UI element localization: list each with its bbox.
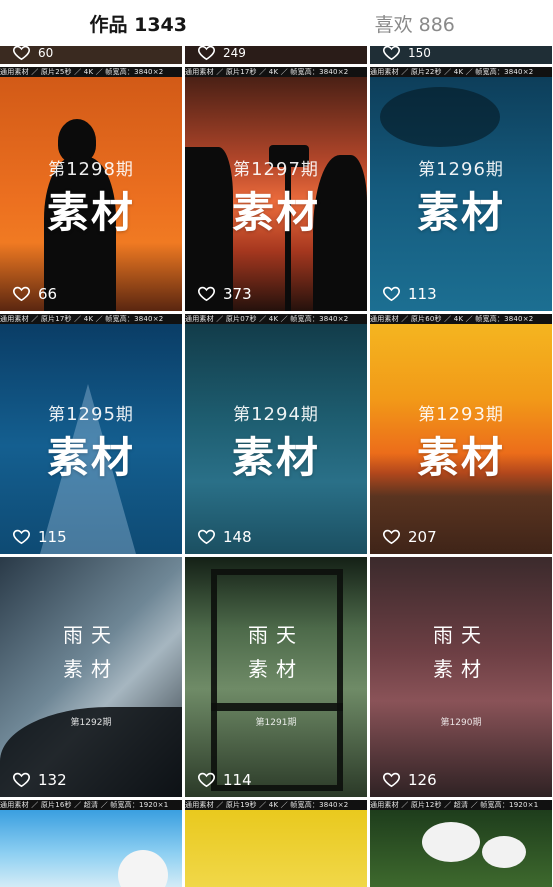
tile-title: 素材 <box>231 433 320 483</box>
tile-title: 素材 <box>46 433 135 483</box>
tile-title-line1: 雨天 <box>433 623 489 648</box>
video-tile[interactable]: 通用素材 ／ 原片07秒 ／ 4K ／ 帧宽高：3840×2 第1294期 素材… <box>185 314 367 554</box>
video-tile[interactable]: 通用素材 ／ 原片60秒 ／ 4K ／ 帧宽高：3840×2 第1293期 素材… <box>370 314 552 554</box>
tile-title-line2: 素材 <box>63 657 119 681</box>
video-grid: 60 249 150 通用素材 ／ 原片25秒 ／ 4K ／ 帧宽高：3840×… <box>0 46 553 887</box>
heart-icon <box>198 772 215 788</box>
like-count: 148 <box>197 527 252 546</box>
tile-title: 素材 <box>416 433 505 483</box>
tile-title-line1: 雨天 <box>63 623 119 648</box>
heart-icon <box>198 529 215 545</box>
tile-title: 素材 <box>231 188 320 238</box>
heart-icon <box>13 772 30 788</box>
like-count: 66 <box>12 284 57 303</box>
heart-icon <box>383 46 400 61</box>
flower <box>118 850 168 887</box>
video-tile[interactable]: 雨天 素材 第1292期 132 <box>0 557 182 797</box>
video-tile[interactable]: 通用素材 ／ 原片12秒 ／ 超清 ／ 帧宽高：1920×1 <box>370 800 552 887</box>
window-bar <box>211 703 343 711</box>
heart-icon <box>13 46 30 61</box>
like-count: 207 <box>382 527 437 546</box>
like-count: 249 <box>197 46 246 62</box>
tile-title: 素材 <box>46 188 135 238</box>
video-tile[interactable]: 通用素材 ／ 原片17秒 ／ 4K ／ 帧宽高：3840×2 第1297期 素材… <box>185 67 367 311</box>
like-count: 115 <box>12 527 67 546</box>
meta-strip: 通用素材 ／ 原片19秒 ／ 4K ／ 帧宽高：3840×2 <box>185 800 367 810</box>
profile-tabs: 作品 1343 喜欢 886 <box>0 0 553 46</box>
heart-icon <box>13 286 30 302</box>
meta-strip: 通用素材 ／ 原片22秒 ／ 4K ／ 帧宽高：3840×2 <box>370 67 552 77</box>
meta-strip: 通用素材 ／ 原片16秒 ／ 超清 ／ 帧宽高：1920×1 <box>0 800 182 810</box>
period-label: 第1298期 <box>48 158 134 180</box>
period-label: 第1295期 <box>48 404 134 426</box>
heart-icon <box>383 286 400 302</box>
tile-title-line2: 素材 <box>248 657 304 681</box>
tile-title: 素材 <box>416 188 505 238</box>
period-label: 第1291期 <box>255 718 297 729</box>
heart-icon <box>383 529 400 545</box>
tab-likes[interactable]: 喜欢 886 <box>277 0 553 46</box>
video-tile[interactable]: 通用素材 ／ 原片17秒 ／ 4K ／ 帧宽高：3840×2 第1295期 素材… <box>0 314 182 554</box>
video-tile[interactable]: 通用素材 ／ 原片19秒 ／ 4K ／ 帧宽高：3840×2 <box>185 800 367 887</box>
period-label: 第1297期 <box>233 158 319 180</box>
like-count: 150 <box>382 46 431 62</box>
heart-icon <box>13 529 30 545</box>
meta-strip: 通用素材 ／ 原片17秒 ／ 4K ／ 帧宽高：3840×2 <box>185 67 367 77</box>
like-count: 114 <box>197 770 252 789</box>
video-tile[interactable]: 通用素材 ／ 原片16秒 ／ 超清 ／ 帧宽高：1920×1 <box>0 800 182 887</box>
period-label: 第1293期 <box>418 404 504 426</box>
video-tile[interactable]: 通用素材 ／ 原片25秒 ／ 4K ／ 帧宽高：3840×2 第1298期 素材… <box>0 67 182 311</box>
video-tile-partial[interactable]: 249 <box>185 46 367 64</box>
heart-icon <box>198 286 215 302</box>
video-tile-partial[interactable]: 150 <box>370 46 552 64</box>
flower <box>482 836 526 868</box>
tab-works[interactable]: 作品 1343 <box>0 0 277 46</box>
video-tile[interactable]: 雨天 素材 第1291期 114 <box>185 557 367 797</box>
video-tile[interactable]: 雨天 素材 第1290期 126 <box>370 557 552 797</box>
meta-strip: 通用素材 ／ 原片07秒 ／ 4K ／ 帧宽高：3840×2 <box>185 314 367 324</box>
period-label: 第1296期 <box>418 158 504 180</box>
period-label: 第1292期 <box>70 718 112 729</box>
like-count: 132 <box>12 770 67 789</box>
meta-strip: 通用素材 ／ 原片25秒 ／ 4K ／ 帧宽高：3840×2 <box>0 67 182 77</box>
period-label: 第1294期 <box>233 404 319 426</box>
video-tile-partial[interactable]: 60 <box>0 46 182 64</box>
heart-icon <box>198 46 215 61</box>
like-count: 113 <box>382 284 437 303</box>
meta-strip: 通用素材 ／ 原片12秒 ／ 超清 ／ 帧宽高：1920×1 <box>370 800 552 810</box>
like-count: 126 <box>382 770 437 789</box>
like-count: 60 <box>12 46 53 62</box>
period-label: 第1290期 <box>440 718 482 729</box>
heart-icon <box>383 772 400 788</box>
video-tile[interactable]: 通用素材 ／ 原片22秒 ／ 4K ／ 帧宽高：3840×2 第1296期 素材… <box>370 67 552 311</box>
meta-strip: 通用素材 ／ 原片60秒 ／ 4K ／ 帧宽高：3840×2 <box>370 314 552 324</box>
like-count: 373 <box>197 284 252 303</box>
leaves <box>380 87 500 147</box>
flower <box>422 822 480 862</box>
meta-strip: 通用素材 ／ 原片17秒 ／ 4K ／ 帧宽高：3840×2 <box>0 314 182 324</box>
tile-title-line2: 素材 <box>433 657 489 681</box>
tile-title-line1: 雨天 <box>248 623 304 648</box>
